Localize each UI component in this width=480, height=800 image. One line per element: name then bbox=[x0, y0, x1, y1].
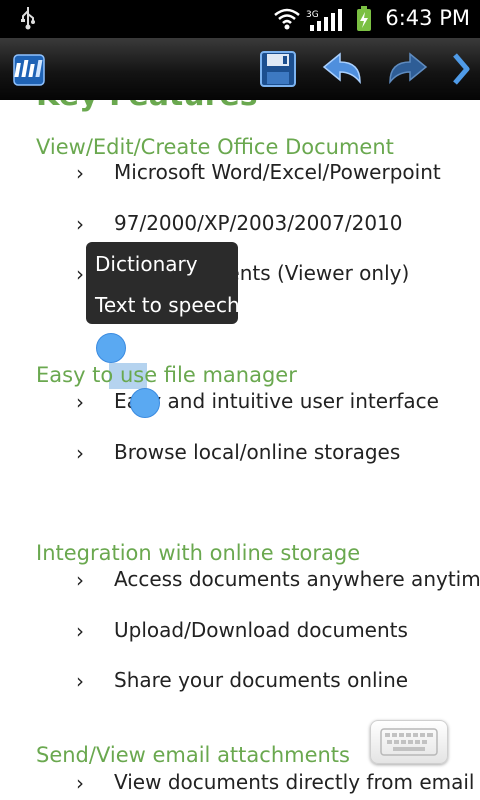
bullet: › bbox=[76, 212, 84, 236]
keyboard-icon[interactable] bbox=[370, 720, 448, 764]
usb-icon bbox=[18, 5, 38, 35]
top-heading-partial: Key Features bbox=[36, 100, 258, 113]
heading-text: Easy to bbox=[36, 363, 120, 387]
list-item: View documents directly from email bbox=[114, 770, 475, 794]
bullet: › bbox=[76, 161, 84, 185]
menu-item-text-to-speech[interactable]: Text to speech bbox=[95, 293, 240, 317]
bullet: › bbox=[76, 619, 84, 643]
list-item: Upload/Download documents bbox=[114, 618, 408, 642]
list-item: 97/2000/XP/2003/2007/2010 bbox=[114, 211, 403, 235]
list-item: Share your documents online bbox=[114, 668, 409, 692]
chevron-right-icon[interactable] bbox=[448, 46, 474, 92]
bullet: › bbox=[76, 441, 84, 465]
bullet: › bbox=[76, 390, 84, 414]
status-bar: 3G 6:43 PM bbox=[0, 0, 480, 38]
list-item: Browse local/online storages bbox=[114, 440, 401, 464]
bullet: › bbox=[76, 771, 84, 795]
selection-context-menu: Dictionary Text to speech bbox=[86, 242, 240, 324]
section-heading: Easy to use file manager bbox=[36, 363, 297, 387]
list-item: Easy and intuitive user interface bbox=[114, 389, 439, 413]
toolbar bbox=[0, 38, 480, 102]
bullet: › bbox=[76, 262, 84, 286]
redo-icon[interactable] bbox=[382, 46, 432, 92]
wifi-icon bbox=[272, 6, 302, 36]
clock: 6:43 PM bbox=[385, 6, 470, 30]
svg-text:3G: 3G bbox=[306, 10, 319, 20]
section-heading: Integration with online storage bbox=[36, 541, 361, 565]
office-app-icon[interactable] bbox=[10, 46, 52, 92]
list-item: Access documents anywhere anytime bbox=[114, 567, 480, 591]
bullet: › bbox=[76, 568, 84, 592]
selection-end-handle[interactable] bbox=[130, 388, 160, 418]
battery-charging-icon bbox=[356, 6, 372, 36]
section-heading: Send/View email attachments bbox=[36, 743, 350, 767]
selected-word[interactable]: use bbox=[120, 363, 157, 387]
bullet: › bbox=[76, 669, 84, 693]
heading-text: file manager bbox=[157, 363, 297, 387]
section-heading: View/Edit/Create Office Document bbox=[36, 135, 394, 159]
selection-start-handle[interactable] bbox=[96, 333, 126, 363]
menu-item-dictionary[interactable]: Dictionary bbox=[95, 252, 198, 276]
list-item: Microsoft Word/Excel/Powerpoint bbox=[114, 160, 441, 184]
document-view[interactable]: Key Features View/Edit/Create Office Doc… bbox=[0, 100, 480, 800]
undo-icon[interactable] bbox=[318, 46, 368, 92]
signal-icon: 3G bbox=[306, 7, 346, 37]
save-icon[interactable] bbox=[256, 46, 300, 92]
